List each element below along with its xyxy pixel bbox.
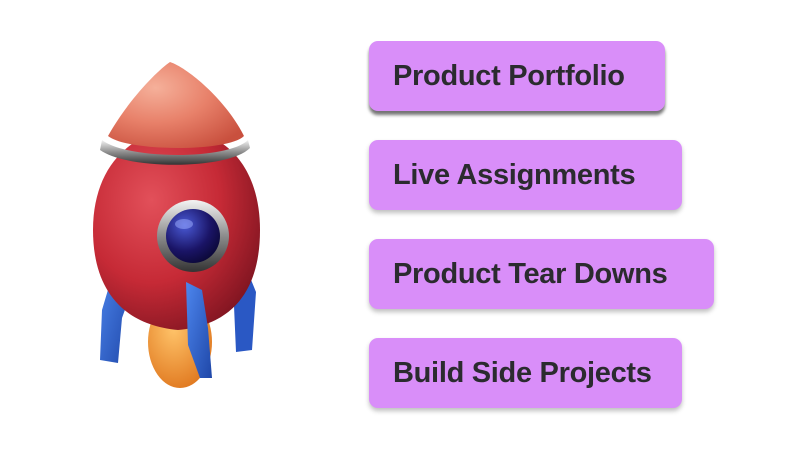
pill-product-portfolio: Product Portfolio [369,41,665,111]
pill-build-side-projects: Build Side Projects [369,338,682,408]
pill-product-tear-downs: Product Tear Downs [369,239,714,309]
pill-live-assignments: Live Assignments [369,140,682,210]
feature-list: Product Portfolio Live Assignments Produ… [0,0,800,450]
